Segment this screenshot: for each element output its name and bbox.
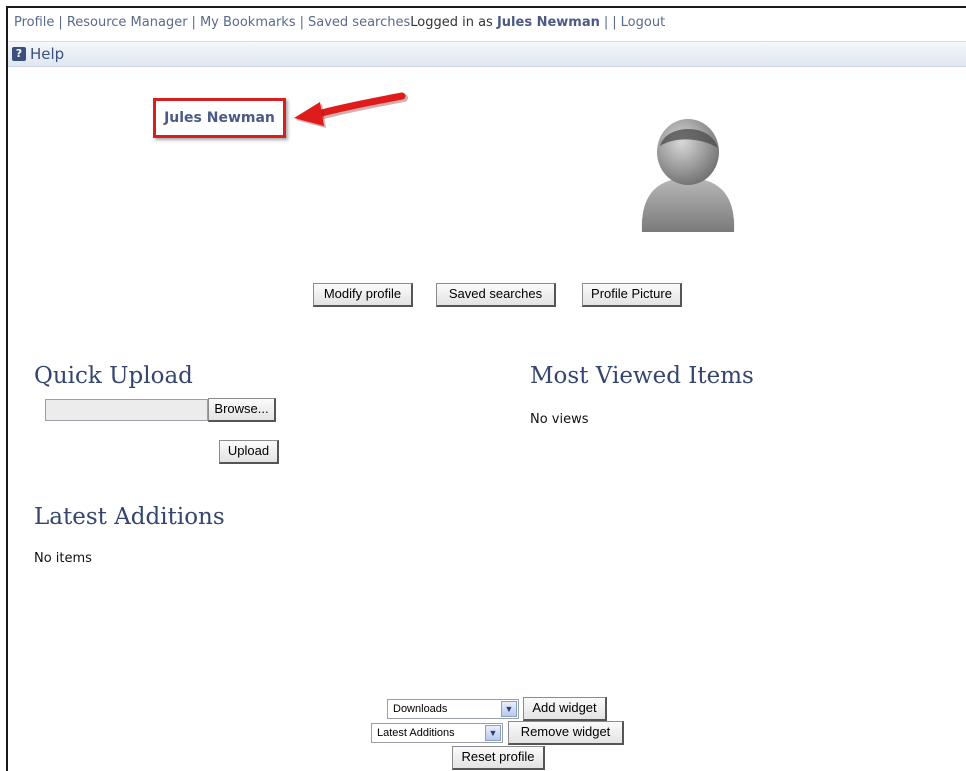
- browse-button[interactable]: Browse...: [208, 398, 276, 422]
- remove-widget-select-value: Latest Additions: [377, 727, 455, 739]
- logged-in-user: Jules Newman: [496, 15, 600, 30]
- top-navigation: Profile | Resource Manager | My Bookmarks | Sa…: [14, 15, 665, 30]
- nav-link-profile[interactable]: Profile: [14, 15, 54, 30]
- help-icon[interactable]: ?: [12, 47, 26, 61]
- chevron-down-icon[interactable]: ▼: [485, 725, 501, 741]
- reset-profile-button[interactable]: Reset profile: [452, 746, 545, 770]
- annotation-arrow-icon: [294, 92, 408, 128]
- nav-link-my-bookmarks[interactable]: My Bookmarks: [200, 15, 296, 30]
- saved-searches-button[interactable]: Saved searches: [436, 283, 556, 307]
- nav-separator: |: [612, 15, 617, 30]
- most-viewed-empty-text: No views: [530, 412, 589, 427]
- profile-name-highlight: Jules Newman: [153, 98, 286, 138]
- latest-additions-empty-text: No items: [34, 551, 92, 566]
- nav-separator: |: [299, 15, 304, 30]
- most-viewed-heading: Most Viewed Items: [530, 363, 754, 389]
- add-widget-button[interactable]: Add widget: [523, 697, 607, 721]
- remove-widget-select[interactable]: Latest Additions ▼: [371, 723, 503, 743]
- nav-link-resource-manager[interactable]: Resource Manager: [67, 15, 188, 30]
- chevron-down-icon[interactable]: ▼: [501, 701, 517, 717]
- logged-in-label: Logged in as: [410, 15, 497, 30]
- nav-separator: |: [191, 15, 196, 30]
- add-widget-select[interactable]: Downloads ▼: [387, 699, 519, 719]
- upload-file-input[interactable]: [45, 399, 208, 421]
- upload-button[interactable]: Upload: [219, 440, 279, 464]
- latest-additions-heading: Latest Additions: [34, 504, 225, 530]
- remove-widget-button[interactable]: Remove widget: [508, 721, 624, 745]
- add-widget-select-value: Downloads: [393, 703, 448, 715]
- nav-link-saved-searches[interactable]: Saved searches: [308, 15, 410, 30]
- modify-profile-button[interactable]: Modify profile: [313, 283, 413, 307]
- nav-link-logout[interactable]: Logout: [621, 15, 666, 30]
- profile-picture-button[interactable]: Profile Picture: [582, 283, 682, 307]
- nav-separator: |: [58, 15, 63, 30]
- profile-name: Jules Newman: [164, 110, 275, 126]
- quick-upload-heading: Quick Upload: [34, 363, 193, 389]
- avatar-placeholder-icon: [641, 119, 735, 232]
- help-link[interactable]: Help: [30, 45, 64, 63]
- nav-separator: |: [603, 15, 609, 30]
- help-bar: ? Help: [8, 41, 966, 67]
